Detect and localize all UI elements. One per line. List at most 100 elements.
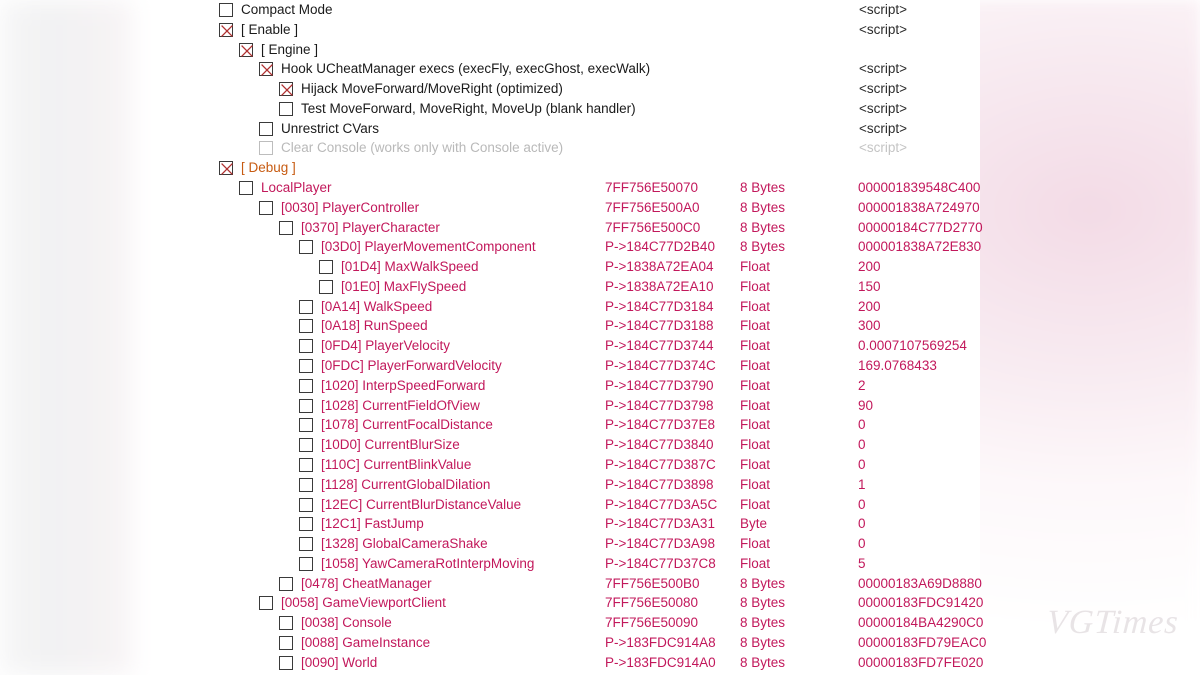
tree-row[interactable]: [12C1] FastJump P->184C77D3A31 Byte 0 [215, 514, 980, 534]
tree-row[interactable]: [0030] PlayerController 7FF756E500A0 8 Byt… [215, 198, 980, 218]
checkbox-checked[interactable] [219, 161, 233, 176]
tree-row[interactable]: [1020] InterpSpeedForward P->184C77D3790 F… [215, 376, 980, 396]
checkbox-unchecked[interactable] [259, 141, 273, 156]
value-cell[interactable]: 2 [858, 376, 866, 396]
checkbox-unchecked[interactable] [299, 240, 313, 255]
checkbox-unchecked[interactable] [279, 616, 293, 631]
checkbox-unchecked[interactable] [299, 497, 313, 512]
checkbox-unchecked[interactable] [279, 655, 293, 670]
tree-row[interactable]: [03D0] PlayerMovementComponent P->184C77D… [215, 237, 981, 257]
tree-row[interactable]: Unrestrict CVars <script> [215, 119, 980, 139]
tree-row[interactable]: [1028] CurrentFieldOfView P->184C77D3798 F… [215, 396, 980, 416]
value-cell[interactable]: 300 [858, 316, 881, 336]
value-cell[interactable]: 0.0007107569254 [858, 336, 967, 356]
value-cell[interactable]: 000001838A724970 [858, 198, 980, 218]
tree-row[interactable]: Hook UCheatManager execs (execFly, execG… [215, 59, 980, 79]
value-cell[interactable]: 0 [858, 495, 866, 515]
tree-row[interactable]: Hijack MoveForward/MoveRight (optimized)… [215, 79, 980, 99]
tree-row[interactable]: [12EC] CurrentBlurDistanceValue P->184C77… [215, 495, 980, 515]
address-cell: P->184C77D3A5C [605, 496, 718, 512]
checkbox-unchecked[interactable] [299, 359, 313, 374]
address-cell: 7FF756E500B0 [605, 575, 700, 591]
checkbox-unchecked[interactable] [239, 181, 253, 196]
tree-row[interactable]: [0A18] RunSpeed P->184C77D3188 Float 300 [215, 316, 980, 336]
value-cell[interactable]: 150 [858, 277, 881, 297]
tree-row[interactable]: [10D0] CurrentBlurSize P->184C77D3840 Floa… [215, 435, 980, 455]
tree-row[interactable]: [110C] CurrentBlinkValue P->184C77D387C Fl… [215, 455, 980, 475]
value-cell[interactable]: 0 [858, 455, 866, 475]
checkbox-checked[interactable] [259, 62, 273, 77]
checkbox-unchecked[interactable] [299, 517, 313, 532]
value-cell[interactable]: 0 [858, 435, 866, 455]
checkbox-unchecked[interactable] [279, 220, 293, 235]
checkbox-unchecked[interactable] [259, 121, 273, 136]
value-cell[interactable]: 5 [858, 554, 866, 574]
checkbox-unchecked[interactable] [259, 596, 273, 611]
value-cell[interactable]: 000001838A72E830 [858, 237, 981, 257]
tree-row[interactable]: [01E0] MaxFlySpeed P->1838A72EA10 Float 150 [215, 277, 980, 297]
checkbox-unchecked[interactable] [299, 378, 313, 393]
checkbox-unchecked[interactable] [279, 635, 293, 650]
tree-row[interactable]: [0038] Console 7FF756E50090 8 Bytes 0000018… [215, 613, 983, 633]
value-cell[interactable]: 200 [858, 297, 881, 317]
checkbox-checked[interactable] [219, 22, 233, 37]
checkbox-unchecked[interactable] [299, 556, 313, 571]
tree-row[interactable]: Clear Console (works only with Console a… [215, 138, 980, 158]
value-cell[interactable]: 000001839548C400 [858, 178, 980, 198]
checkbox-unchecked[interactable] [299, 319, 313, 334]
value-cell[interactable]: 169.0768433 [858, 356, 937, 376]
checkbox-unchecked[interactable] [319, 260, 333, 275]
value-cell[interactable]: 1 [858, 475, 866, 495]
checkbox-unchecked[interactable] [279, 101, 293, 116]
value-cell[interactable]: 0 [858, 415, 866, 435]
checkbox-unchecked[interactable] [299, 418, 313, 433]
tree-row[interactable]: [0090] World P->183FDC914A0 8 Bytes 0000018… [215, 653, 983, 673]
checkbox-unchecked[interactable] [299, 477, 313, 492]
tree-row[interactable]: [ Engine ] [215, 40, 980, 60]
value-cell[interactable]: 00000183FDC91420 [858, 593, 983, 613]
checkbox-unchecked[interactable] [299, 299, 313, 314]
value-cell[interactable]: 0 [858, 514, 866, 534]
checkbox-unchecked[interactable] [299, 537, 313, 552]
tree-row[interactable]: [1328] GlobalCameraShake P->184C77D3A98 Fl… [215, 534, 980, 554]
checkbox-unchecked[interactable] [319, 279, 333, 294]
checkbox-unchecked[interactable] [299, 457, 313, 472]
checkbox-unchecked[interactable] [299, 398, 313, 413]
checkbox-checked[interactable] [239, 42, 253, 57]
tree-row[interactable]: [0A14] WalkSpeed P->184C77D3184 Float 200 [215, 297, 980, 317]
value-cell[interactable]: 00000184C77D2770 [858, 218, 983, 238]
tree-row[interactable]: [ Debug ] [215, 158, 980, 178]
value-cell[interactable]: 00000183FD7FE020 [858, 653, 983, 673]
checkbox-unchecked[interactable] [219, 3, 233, 17]
value-cell[interactable]: 00000184BA4290C0 [858, 613, 983, 633]
checkbox-checked[interactable] [279, 82, 293, 97]
tree-row-label: [0090] World [301, 654, 378, 670]
tree-row[interactable]: [0058] GameViewportClient 7FF756E50080 8 B… [215, 593, 983, 613]
tree-row[interactable]: [0FD4] PlayerVelocity P->184C77D3744 Float… [215, 336, 980, 356]
checkbox-unchecked[interactable] [299, 438, 313, 453]
value-cell[interactable]: 0 [858, 534, 866, 554]
checkbox-unchecked[interactable] [259, 200, 273, 215]
value-cell[interactable]: 90 [858, 396, 873, 416]
tree-row-label: Test MoveForward, MoveRight, MoveUp (bla… [301, 100, 636, 116]
tree-row[interactable]: [1058] YawCameraRotInterpMoving P->184C77… [215, 554, 980, 574]
address-cell: 7FF756E500A0 [605, 199, 700, 215]
checkbox-unchecked[interactable] [299, 339, 313, 354]
value-cell[interactable]: 00000183A69D8880 [858, 574, 982, 594]
tree-row[interactable]: [0370] PlayerCharacter 7FF756E500C0 8 Byte… [215, 218, 983, 238]
tree-row[interactable]: [1078] CurrentFocalDistance P->184C77D37E… [215, 415, 980, 435]
tree-row[interactable]: [0FDC] PlayerForwardVelocity P->184C77D37… [215, 356, 980, 376]
address-tree[interactable]: Compact Mode <script>[ Enable ] <script>[ … [215, 0, 986, 675]
value-cell[interactable]: 00000183FD79EAC0 [858, 633, 986, 653]
tree-row[interactable]: LocalPlayer 7FF756E50070 8 Bytes 0000018395… [215, 178, 980, 198]
tree-row-label: [0038] Console [301, 615, 392, 631]
tree-row[interactable]: [01D4] MaxWalkSpeed P->1838A72EA04 Float 20… [215, 257, 980, 277]
tree-row[interactable]: [1128] CurrentGlobalDilation P->184C77D38… [215, 475, 980, 495]
checkbox-unchecked[interactable] [279, 576, 293, 591]
tree-row[interactable]: Compact Mode <script> [215, 0, 980, 20]
tree-row[interactable]: Test MoveForward, MoveRight, MoveUp (bla… [215, 99, 980, 119]
value-cell[interactable]: 200 [858, 257, 881, 277]
tree-row[interactable]: [0478] CheatManager 7FF756E500B0 8 Bytes 00… [215, 574, 982, 594]
tree-row[interactable]: [ Enable ] <script> [215, 20, 980, 40]
tree-row[interactable]: [0088] GameInstance P->183FDC914A8 8 Bytes… [215, 633, 986, 653]
